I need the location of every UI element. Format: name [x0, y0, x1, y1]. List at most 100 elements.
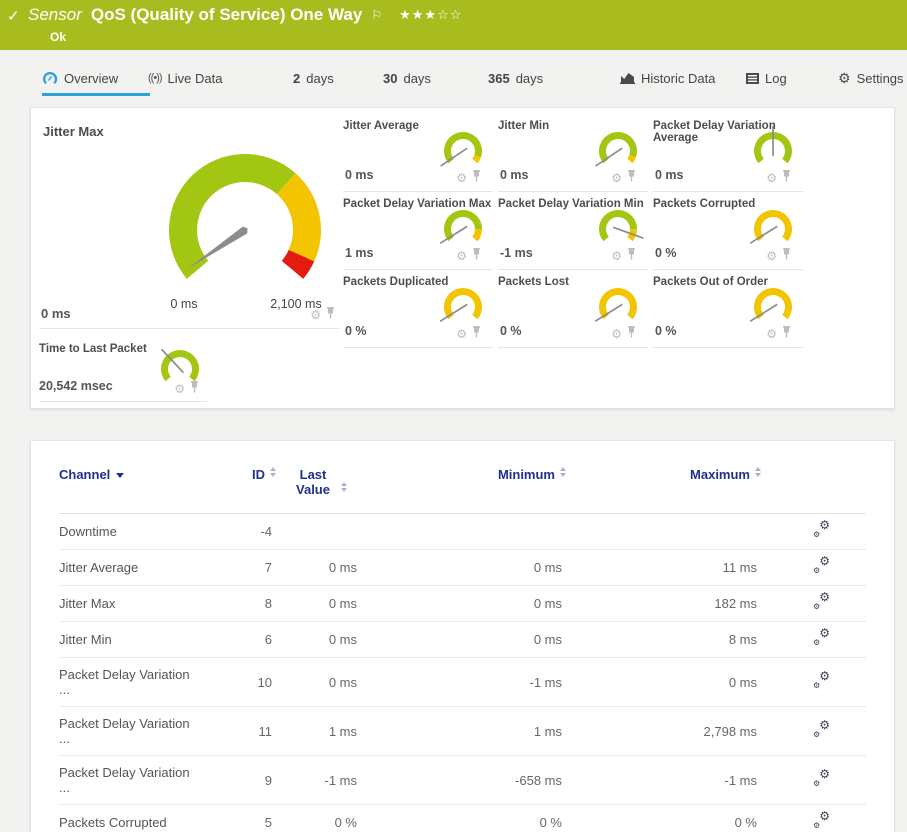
last-value-cell	[276, 514, 361, 550]
maximum-cell: 11 ms	[566, 550, 761, 586]
gauge-panel-time-to-last-packet: Time to Last Packet 20,542 msec ⚙	[39, 338, 207, 402]
gauge-value: 0 ms	[655, 168, 684, 182]
gear-icon[interactable]: ⚙	[456, 172, 467, 184]
gauge-panel-packets-lost: Packets Lost0 %⚙	[498, 270, 648, 348]
gear-icon[interactable]: ⚙	[611, 328, 622, 340]
gear-icon[interactable]: ⚙	[456, 328, 467, 340]
channel-settings-icon[interactable]: ⚙⚙	[813, 674, 830, 688]
object-kind-label: Sensor	[28, 5, 82, 25]
channel-id-cell: 7	[196, 550, 276, 586]
tab-historic-data[interactable]: Historic Data	[620, 66, 715, 90]
tab-label: Historic Data	[641, 71, 715, 86]
gauge-panel-packet-delay-variation-max: Packet Delay Variation Max1 ms⚙	[343, 192, 493, 270]
tab-overview[interactable]: Overview	[42, 66, 118, 90]
channel-name-cell: Packet Delay Variation ...	[59, 756, 196, 805]
channel-actions-cell: ⚙⚙	[761, 622, 866, 658]
table-header-row: ChannelIDLast Value Minimum Maximum	[59, 455, 866, 514]
gauge-chart	[746, 204, 800, 253]
sensor-page: ✓ Sensor QoS (Quality of Service) One Wa…	[0, 0, 907, 832]
column-header-maximum[interactable]: Maximum	[566, 455, 761, 514]
channel-id-cell: 10	[196, 658, 276, 707]
table-row: Downtime-4⚙⚙	[59, 514, 866, 550]
minimum-cell: -1 ms	[361, 658, 566, 707]
gauge-value: -1 ms	[500, 246, 533, 260]
tab-365-days[interactable]: 365days	[488, 66, 543, 90]
pin-icon[interactable]	[782, 247, 791, 265]
channel-settings-icon[interactable]: ⚙⚙	[813, 595, 830, 609]
channel-settings-icon[interactable]: ⚙⚙	[813, 631, 830, 645]
channels-table-card: ChannelIDLast Value Minimum Maximum Downti…	[30, 440, 895, 832]
gauge-panel-packet-delay-variation-min: Packet Delay Variation Min-1 ms⚙	[498, 192, 648, 270]
last-value-cell: 0 %	[276, 805, 361, 832]
minimum-cell: 0 ms	[361, 586, 566, 622]
pin-icon[interactable]	[627, 247, 636, 265]
gauge-panel-packet-delay-variation-average: Packet Delay Variation Average0 ms⚙	[653, 114, 803, 192]
column-header-minimum[interactable]: Minimum	[361, 455, 566, 514]
tab-label: Log	[765, 71, 787, 86]
gear-icon[interactable]: ⚙	[611, 250, 622, 262]
pin-icon[interactable]	[782, 169, 791, 187]
gauge-value: 1 ms	[345, 246, 374, 260]
column-header-channel[interactable]: Channel	[59, 455, 196, 514]
minimum-cell: 1 ms	[361, 707, 566, 756]
channel-settings-icon[interactable]: ⚙⚙	[813, 772, 830, 786]
channel-actions-cell: ⚙⚙	[761, 586, 866, 622]
gear-icon[interactable]: ⚙	[611, 172, 622, 184]
gauge-chart	[436, 126, 490, 175]
gear-icon[interactable]: ⚙	[766, 172, 777, 184]
pin-icon[interactable]	[326, 306, 335, 324]
gauge-chart	[591, 204, 645, 253]
gauge-panel-jitter-max: Jitter Max 0 ms 2,100 ms 0 ms ⚙	[39, 116, 339, 329]
gauge-panel-jitter-min: Jitter Min0 ms⚙	[498, 114, 648, 192]
tab-log[interactable]: Log	[746, 66, 787, 90]
gauge-value: 20,542 msec	[39, 379, 113, 393]
pin-icon[interactable]	[472, 325, 481, 343]
gauge-actions: ⚙	[310, 306, 335, 324]
status-badge: Ok	[50, 30, 907, 44]
gauge-chart	[746, 282, 800, 331]
pin-icon[interactable]	[472, 247, 481, 265]
tab-label: Settings	[857, 71, 904, 86]
column-header-label: Minimum	[498, 467, 555, 482]
gear-icon[interactable]: ⚙	[174, 383, 185, 395]
sort-icon	[560, 467, 566, 477]
maximum-cell: 8 ms	[566, 622, 761, 658]
gear-icon[interactable]: ⚙	[456, 250, 467, 262]
gauge-value: 0 %	[345, 324, 367, 338]
column-header-actions	[761, 455, 866, 514]
maximum-cell	[566, 514, 761, 550]
channel-settings-icon[interactable]: ⚙⚙	[813, 559, 830, 573]
gear-icon[interactable]: ⚙	[766, 250, 777, 262]
priority-stars-icon[interactable]: ★★★☆☆	[399, 5, 462, 25]
sort-icon	[755, 467, 761, 477]
gear-icon[interactable]: ⚙	[310, 309, 321, 321]
maximum-cell: -1 ms	[566, 756, 761, 805]
pin-icon[interactable]	[627, 169, 636, 187]
table-row: Jitter Min60 ms0 ms8 ms⚙⚙	[59, 622, 866, 658]
tab-label: days	[403, 71, 430, 86]
tab-label-strong: 365	[488, 71, 510, 86]
table-row: Packets Corrupted50 %0 %0 %⚙⚙	[59, 805, 866, 832]
tab-live-data[interactable]: ((•))Live Data	[148, 66, 222, 90]
tab-2-days[interactable]: 2days	[293, 66, 334, 90]
gauge-chart	[591, 126, 645, 175]
tab-label-strong: 2	[293, 71, 300, 86]
pin-icon[interactable]	[472, 169, 481, 187]
channel-settings-icon[interactable]: ⚙⚙	[813, 814, 830, 828]
small-gauges-grid: Jitter Average0 ms⚙Jitter Min0 ms⚙Packet…	[343, 114, 803, 348]
channel-name-cell: Packet Delay Variation ...	[59, 658, 196, 707]
column-header-id[interactable]: ID	[196, 455, 276, 514]
channel-id-cell: 6	[196, 622, 276, 658]
tab-settings[interactable]: ⚙Settings	[838, 66, 904, 90]
minimum-cell: 0 %	[361, 805, 566, 832]
gear-icon[interactable]: ⚙	[766, 328, 777, 340]
flag-icon[interactable]: ⚐	[371, 5, 382, 25]
channel-settings-icon[interactable]: ⚙⚙	[813, 723, 830, 737]
tab-30-days[interactable]: 30days	[383, 66, 431, 90]
column-header-last-value[interactable]: Last Value	[276, 455, 361, 514]
pin-icon[interactable]	[627, 325, 636, 343]
channel-settings-icon[interactable]: ⚙⚙	[813, 523, 830, 537]
pin-icon[interactable]	[782, 325, 791, 343]
gauge-chart	[436, 282, 490, 331]
pin-icon[interactable]	[190, 380, 199, 398]
